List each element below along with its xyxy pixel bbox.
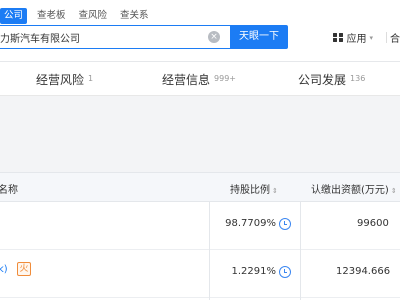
header-cut-text[interactable]: 合 xyxy=(390,30,400,45)
capital-cell: 99600 xyxy=(357,218,389,229)
clear-icon[interactable]: × xyxy=(208,31,220,43)
fire-badge-icon[interactable]: ⽕ xyxy=(17,262,31,276)
category-tabs: 经营风险 1 经营信息 999+ 公司发展 136 xyxy=(0,62,400,96)
column-header-name: 名称 xyxy=(0,185,18,196)
search-tab-company[interactable]: 公司 xyxy=(0,8,28,24)
search-input[interactable] xyxy=(0,26,200,48)
tab-count: 1 xyxy=(88,74,94,83)
column-header-capital[interactable]: 认缴出资额(万元) ⇕ xyxy=(311,181,397,196)
capital-cell: 12394.666 xyxy=(336,266,391,277)
apps-label: 应用 xyxy=(346,34,367,45)
search-button[interactable]: 天眼一下 xyxy=(230,25,288,49)
search-box: × xyxy=(0,25,230,49)
search-tab-relation[interactable]: 查关系 xyxy=(120,8,149,24)
tab-count: 999+ xyxy=(214,74,236,83)
ratio-cell: 98.7709% xyxy=(225,218,276,229)
tab-business-info[interactable]: 经营信息 999+ xyxy=(162,71,236,88)
tab-count: 136 xyxy=(350,74,366,83)
table-row: k) ⽕ 1.2291% 12394.666 xyxy=(0,250,400,298)
shareholder-name-link[interactable]: k) xyxy=(0,264,8,275)
search-tab-risk[interactable]: 查风险 xyxy=(79,8,108,24)
tab-label: 经营信息 xyxy=(162,73,211,87)
table-header: 名称 持股比例 ⇕ 认缴出资额(万元) ⇕ xyxy=(0,172,400,202)
header-divider xyxy=(386,32,387,43)
sort-icon[interactable]: ⇕ xyxy=(391,187,397,195)
chevron-down-icon: ▾ xyxy=(369,33,374,42)
search-tab-boss[interactable]: 查老板 xyxy=(37,8,66,24)
tab-label: 公司发展 xyxy=(298,73,347,87)
column-header-ratio[interactable]: 持股比例 ⇕ xyxy=(230,181,278,196)
sort-icon[interactable]: ⇕ xyxy=(272,187,278,195)
search-type-tabs: 公司 查老板 查风险 查关系 xyxy=(0,8,162,24)
tab-company-development[interactable]: 公司发展 136 xyxy=(298,71,365,88)
tab-business-risk[interactable]: 经营风险 1 xyxy=(36,71,93,88)
shareholder-table: 名称 持股比例 ⇕ 认缴出资额(万元) ⇕ 98.7709% 99600 k) ⽕ … xyxy=(0,172,400,300)
column-divider xyxy=(209,202,210,300)
table-row: 98.7709% 99600 xyxy=(0,202,400,250)
tab-label: 经营风险 xyxy=(36,73,85,87)
clock-icon[interactable] xyxy=(279,266,291,278)
ratio-cell: 1.2291% xyxy=(231,266,277,277)
apps-menu[interactable]: 应用 ▾ xyxy=(333,30,373,45)
column-divider xyxy=(300,202,301,300)
search-header: 公司 查老板 查风险 查关系 × 天眼一下 应用 ▾ 合 xyxy=(0,0,400,62)
clock-icon[interactable] xyxy=(279,218,291,230)
apps-grid-icon xyxy=(333,32,343,43)
